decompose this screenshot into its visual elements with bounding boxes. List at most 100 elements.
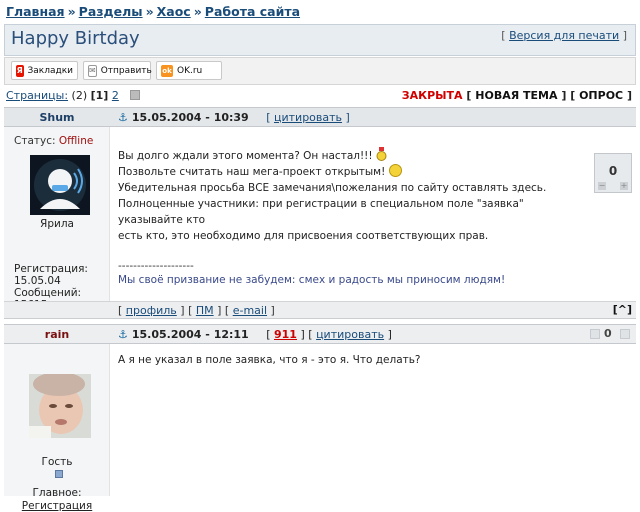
post-body: Гость Главное: Регистрация А я не указал… — [4, 344, 636, 512]
author-status: Статус: Offline — [14, 135, 93, 147]
post-line: Полноценные участники: при регистрации в… — [118, 198, 524, 226]
post-meta: ⚓ 15.05.2004 - 12:11 [ 911 ] [ цитировать… — [118, 328, 392, 341]
pages-label[interactable]: Страницы: — [6, 89, 68, 102]
post-text: Вы долго ждали этого момента? Он настал!… — [118, 147, 588, 244]
post-line: Убедительная просьба ВСЕ замечания\пожел… — [118, 182, 547, 194]
pagination-row: Страницы: (2) [1] 2 ЗАКРЫТА [ НОВАЯ ТЕМА… — [6, 89, 632, 103]
scroll-top-link[interactable]: [^] — [613, 303, 632, 316]
closed-label: ЗАКРЫТА — [401, 89, 463, 102]
rating-up-button[interactable] — [620, 329, 630, 339]
topic-title-bar: Happy Birtday [ Версия для печати ] — [4, 24, 636, 56]
quote-link[interactable]: цитировать — [274, 111, 342, 124]
email-link[interactable]: e-mail — [233, 304, 267, 317]
post-line: Вы долго ждали этого момента? Он настал!… — [118, 147, 588, 164]
bracket: ] — [626, 89, 632, 102]
breadcrumb: Главная» Разделы» Хаос» Работа сайта — [6, 4, 300, 19]
last-page-icon[interactable] — [130, 90, 141, 100]
ok-button[interactable]: ok OK.ru — [156, 61, 222, 80]
author-panel: Статус: Offline Ярила Регистрация: 15.05… — [4, 127, 110, 311]
post-author[interactable]: Shum — [4, 111, 110, 124]
page-2-link[interactable]: 2 — [112, 89, 119, 102]
send-label: Отправить — [100, 65, 152, 76]
anchor-icon[interactable]: ⚓ — [118, 328, 128, 341]
rating-value: 0 — [608, 164, 618, 178]
post-date: 15.05.2004 - 12:11 — [131, 328, 249, 341]
post-line-text: Вы долго ждали этого момента? Он настал!… — [118, 150, 373, 162]
post-line-text: Позвольте считать наш мега-проект открыт… — [118, 166, 386, 178]
posts-label: Сообщений: — [14, 287, 82, 299]
post: Shum ⚓ 15.05.2004 - 10:39 [ цитировать ] … — [4, 107, 636, 319]
post-footer-links: [ профиль ] [ ПМ ] [ e-mail ] — [118, 304, 275, 317]
rating-down-button[interactable] — [590, 329, 600, 339]
yandex-icon: Я — [16, 64, 24, 77]
signature-text: Мы своё призвание не забудем: смех и рад… — [118, 274, 506, 286]
post-author[interactable]: rain — [4, 328, 110, 341]
post-text: А я не указал в поле заявка, что я - это… — [118, 352, 588, 368]
avatar-image — [29, 372, 91, 438]
post-header: Shum ⚓ 15.05.2004 - 10:39 [ цитировать ] — [4, 107, 636, 127]
bracket: ] [ — [561, 89, 576, 102]
smile-emoji-icon — [388, 164, 402, 177]
avatar[interactable] — [29, 372, 91, 438]
breadcrumb-sections[interactable]: Разделы — [79, 4, 143, 19]
avatar-image — [30, 155, 90, 215]
rating-value: 0 — [604, 327, 612, 340]
post-line: Позвольте считать наш мега-проект открыт… — [118, 164, 588, 180]
share-bar: Я Закладки ✉ Отправить ok OK.ru — [4, 57, 636, 85]
medal-emoji-icon — [376, 147, 387, 161]
topic-actions: ЗАКРЫТА [ НОВАЯ ТЕМА ] [ ОПРОС ] — [402, 89, 632, 102]
anchor-icon[interactable]: ⚓ — [118, 111, 128, 124]
current-page: [1] — [90, 89, 109, 102]
mail-icon: ✉ — [88, 64, 97, 77]
poll-link[interactable]: ОПРОС — [579, 89, 623, 102]
post-rating: 0 − + — [594, 153, 632, 193]
reg-label: Регистрация: — [14, 263, 88, 275]
breadcrumb-separator: » — [193, 4, 202, 19]
post-rating: 0 — [590, 327, 630, 341]
new-topic-link[interactable]: НОВАЯ ТЕМА — [475, 89, 557, 102]
post-signature: -------------------- Мы своё призвание н… — [118, 259, 505, 287]
post-line: А я не указал в поле заявка, что я - это… — [118, 354, 421, 366]
status-value: Offline — [58, 135, 94, 147]
breadcrumb-site-work[interactable]: Работа сайта — [205, 4, 300, 19]
author-panel: Гость Главное: Регистрация — [4, 344, 110, 512]
post-number-wrap: [ 911 ] — [266, 328, 305, 341]
print-version-link[interactable]: Версия для печати — [509, 29, 619, 42]
avatar[interactable] — [30, 155, 90, 215]
profile-link[interactable]: профиль — [126, 304, 177, 317]
post-number-link[interactable]: 911 — [274, 328, 297, 341]
quote-wrap: [ цитировать ] — [266, 111, 350, 124]
bookmarks-label: Закладки — [27, 65, 74, 76]
status-label: Статус: — [14, 135, 56, 147]
breadcrumb-home[interactable]: Главная — [6, 4, 65, 19]
post-footer: [ профиль ] [ ПМ ] [ e-mail ] [^] — [4, 301, 636, 319]
avatar-caption: Ярила — [40, 218, 74, 230]
quote-wrap: [ цитировать ] — [308, 328, 392, 341]
avatar-caption: Гость — [41, 456, 73, 468]
online-indicator-icon — [55, 470, 63, 478]
print-version-link-wrap: [ Версия для печати ] — [501, 29, 627, 42]
post-header: rain ⚓ 15.05.2004 - 12:11 [ 911 ] [ цитир… — [4, 324, 636, 344]
topic-title: Happy Birtday — [11, 28, 140, 49]
breadcrumb-chaos[interactable]: Хаос — [157, 4, 191, 19]
pages-count: (2) — [71, 89, 88, 102]
post: rain ⚓ 15.05.2004 - 12:11 [ 911 ] [ цитир… — [4, 324, 636, 512]
send-button[interactable]: ✉ Отправить — [83, 61, 152, 80]
post-body: Статус: Offline Ярила Регистрация: 15.05… — [4, 127, 636, 311]
bracket: [ — [466, 89, 472, 102]
quote-link[interactable]: цитировать — [316, 328, 384, 341]
breadcrumb-separator: » — [145, 4, 154, 19]
bracket-open: [ — [501, 29, 506, 42]
post-meta: ⚓ 15.05.2004 - 10:39 [ цитировать ] — [118, 111, 350, 124]
bracket-close: ] — [622, 29, 627, 42]
reg-date: 15.05.04 — [14, 275, 61, 287]
post-line: есть кто, это необходимо для присвоения … — [118, 230, 489, 242]
rating-up-button[interactable]: + — [620, 182, 628, 190]
ok-icon: ok — [161, 64, 173, 77]
main-label: Главное: — [32, 487, 82, 499]
pm-link[interactable]: ПМ — [196, 304, 214, 317]
registration-link[interactable]: Регистрация — [22, 500, 92, 512]
breadcrumb-separator: » — [67, 4, 76, 19]
rating-down-button[interactable]: − — [598, 182, 606, 190]
bookmarks-button[interactable]: Я Закладки — [11, 61, 78, 80]
